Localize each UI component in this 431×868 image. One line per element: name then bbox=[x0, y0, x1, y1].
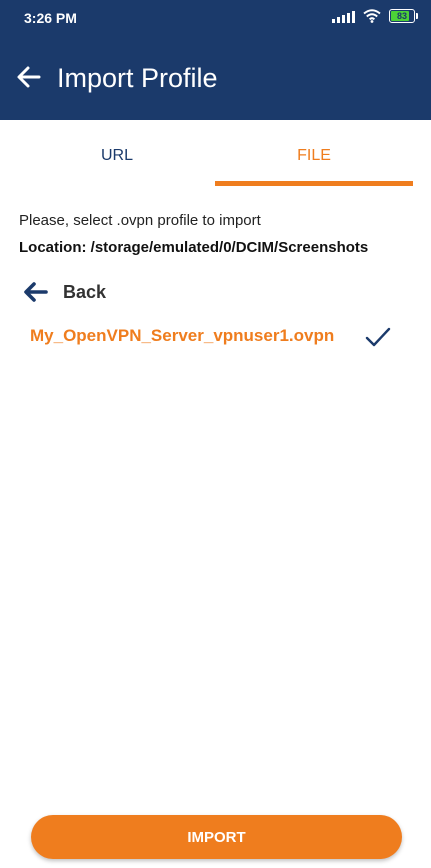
check-icon bbox=[365, 327, 391, 347]
battery-level: 83 bbox=[396, 10, 407, 21]
arrow-left-icon[interactable] bbox=[16, 64, 42, 90]
tab-file[interactable]: FILE bbox=[215, 120, 413, 188]
status-time: 3:26 PM bbox=[24, 10, 77, 26]
import-button[interactable]: IMPORT bbox=[31, 815, 402, 859]
instructions-text: Please, select .ovpn profile to import bbox=[19, 212, 261, 229]
location-path: Location: /storage/emulated/0/DCIM/Scree… bbox=[19, 239, 369, 256]
page-title: Import Profile bbox=[57, 63, 218, 93]
back-folder-button[interactable]: Back bbox=[22, 278, 106, 306]
status-icons: 83 bbox=[332, 9, 418, 23]
arrow-left-icon bbox=[24, 282, 48, 302]
file-name: My_OpenVPN_Server_vpnuser1.ovpn bbox=[30, 326, 335, 345]
back-label: Back bbox=[63, 281, 107, 302]
tab-indicator bbox=[215, 181, 413, 186]
tab-bar: URL FILE bbox=[0, 120, 431, 188]
signal-icon bbox=[332, 9, 355, 23]
battery-icon: 83 bbox=[389, 9, 418, 23]
app-bar: Import Profile bbox=[0, 36, 431, 120]
wifi-icon bbox=[363, 9, 381, 23]
tab-url[interactable]: URL bbox=[18, 120, 216, 188]
file-list-item[interactable]: My_OpenVPN_Server_vpnuser1.ovpn bbox=[30, 322, 400, 354]
status-bar: 3:26 PM 83 bbox=[0, 0, 431, 36]
